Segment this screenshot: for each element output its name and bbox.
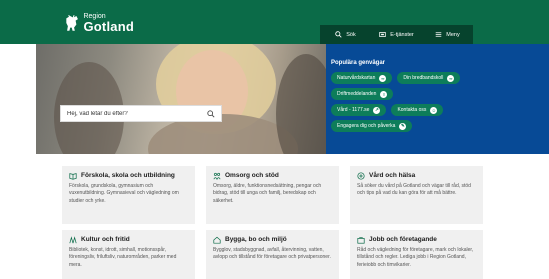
ram-logo-icon — [66, 14, 78, 31]
card-title[interactable]: Kultur och fritid — [69, 236, 188, 244]
house-icon — [213, 236, 221, 244]
shortcut-row-4: Engagera dig och påverka ✎ — [331, 120, 549, 132]
shortcuts-title: Populära genvägar — [331, 60, 386, 66]
card-vard-halsa[interactable]: Vård och hälsa Så söker du vård på Gotla… — [350, 166, 483, 224]
site-header: Region Gotland Sök E-tjänster Meny — [0, 0, 549, 44]
menu-nav-button[interactable]: Meny — [422, 25, 473, 44]
card-description: Bibliotek, konst, idrott, simhall, motio… — [69, 247, 177, 268]
search-nav-label: Sök — [346, 31, 356, 38]
alert-icon: ! — [380, 90, 388, 98]
shortcut-row-3: Vård - 1177.se ↗ Kontakta oss ☺ — [331, 104, 549, 116]
card-title[interactable]: Bygga, bo och miljö — [213, 236, 332, 244]
briefcase-icon — [357, 237, 365, 244]
card-title-text: Jobb och företagande — [369, 236, 437, 243]
card-title[interactable]: Vård och hälsa — [357, 172, 476, 180]
menu-nav-label: Meny — [446, 31, 460, 38]
eservice-nav-label: E-tjänster — [390, 31, 414, 38]
card-description: Så söker du vård på Gotland och vägar ti… — [357, 183, 471, 197]
card-title-text: Omsorg och stöd — [225, 172, 279, 179]
card-jobb-foretagande[interactable]: Jobb och företagande Råd och vägledning … — [350, 230, 483, 279]
people-care-icon — [213, 172, 221, 180]
logo-text: Region Gotland — [83, 13, 134, 33]
pen-icon: ✎ — [399, 122, 407, 130]
link-icon: ∞ — [447, 74, 455, 82]
external-icon: ↗ — [373, 106, 381, 114]
hero-figure-right — [276, 54, 326, 154]
shortcut-driftmeddelanden[interactable]: Driftmeddelanden ! — [331, 88, 394, 100]
shortcut-label: Kontakta oss — [397, 107, 427, 113]
top-navigation: Sök E-tjänster Meny — [320, 25, 473, 44]
shortcut-label: Naturvårdskartan — [337, 75, 376, 81]
link-icon: ∞ — [379, 74, 387, 82]
shortcut-label: Vård - 1177.se — [337, 107, 370, 113]
hero-photo — [36, 44, 326, 154]
eservice-icon — [379, 32, 386, 37]
card-kultur-fritid[interactable]: Kultur och fritid Bibliotek, konst, idro… — [62, 230, 195, 279]
card-title-text: Förskola, skola och utbildning — [81, 172, 175, 179]
health-cross-icon — [357, 172, 365, 180]
shortcut-label: Engagera dig och påverka — [337, 123, 396, 129]
culture-icon — [69, 236, 77, 244]
shortcut-row-2: Driftmeddelanden ! — [331, 88, 549, 100]
search-box — [60, 105, 222, 122]
people-icon: ☺ — [430, 106, 438, 114]
region-gotland-logo[interactable]: Region Gotland — [64, 9, 134, 37]
card-title-text: Vård och hälsa — [369, 172, 416, 179]
popular-shortcuts-panel: Populära genvägar Naturvårdskartan ∞ Din… — [326, 44, 549, 154]
shortcut-vard-1177[interactable]: Vård - 1177.se ↗ — [331, 104, 387, 116]
search-icon — [335, 31, 342, 38]
card-title-text: Bygga, bo och miljö — [225, 236, 287, 243]
book-icon — [69, 173, 77, 180]
search-submit-icon[interactable] — [207, 109, 215, 118]
card-forskola-skola[interactable]: Förskola, skola och utbildning Förskola,… — [62, 166, 195, 224]
shortcut-naturvardskartan[interactable]: Naturvårdskartan ∞ — [331, 72, 393, 84]
shortcut-kontakta-oss[interactable]: Kontakta oss ☺ — [391, 104, 444, 116]
card-description: Omsorg, äldre, funktionsnedsättning, pen… — [213, 183, 322, 204]
card-title[interactable]: Jobb och företagande — [357, 236, 476, 244]
card-title[interactable]: Omsorg och stöd — [213, 172, 332, 180]
card-omsorg-stod[interactable]: Omsorg och stöd Omsorg, äldre, funktions… — [206, 166, 339, 224]
card-description: Bygglov, stadsbyggnad, avfall, återvinni… — [213, 247, 331, 261]
card-bygga-bo-miljo[interactable]: Bygga, bo och miljö Bygglov, stadsbyggna… — [206, 230, 339, 279]
shortcut-engagera[interactable]: Engagera dig och påverka ✎ — [331, 120, 413, 132]
card-description: Förskola, grundskola, gymnasium och vuxe… — [69, 183, 179, 204]
site-search-input[interactable] — [67, 110, 207, 117]
shortcut-bredbandskoll[interactable]: Din bredbandskoll ∞ — [397, 72, 461, 84]
card-title-text: Kultur och fritid — [81, 236, 130, 243]
logo-gotland-text: Gotland — [83, 19, 134, 34]
search-nav-button[interactable]: Sök — [320, 25, 371, 44]
shortcut-label: Din bredbandskoll — [403, 75, 444, 81]
shortcut-row-1: Naturvårdskartan ∞ Din bredbandskoll ∞ — [331, 72, 549, 84]
menu-icon — [435, 32, 442, 37]
eservice-nav-button[interactable]: E-tjänster — [371, 25, 422, 44]
card-description: Råd och vägledning för företagare, mark … — [357, 247, 474, 268]
card-title[interactable]: Förskola, skola och utbildning — [69, 172, 188, 180]
shortcut-label: Driftmeddelanden — [337, 91, 377, 97]
